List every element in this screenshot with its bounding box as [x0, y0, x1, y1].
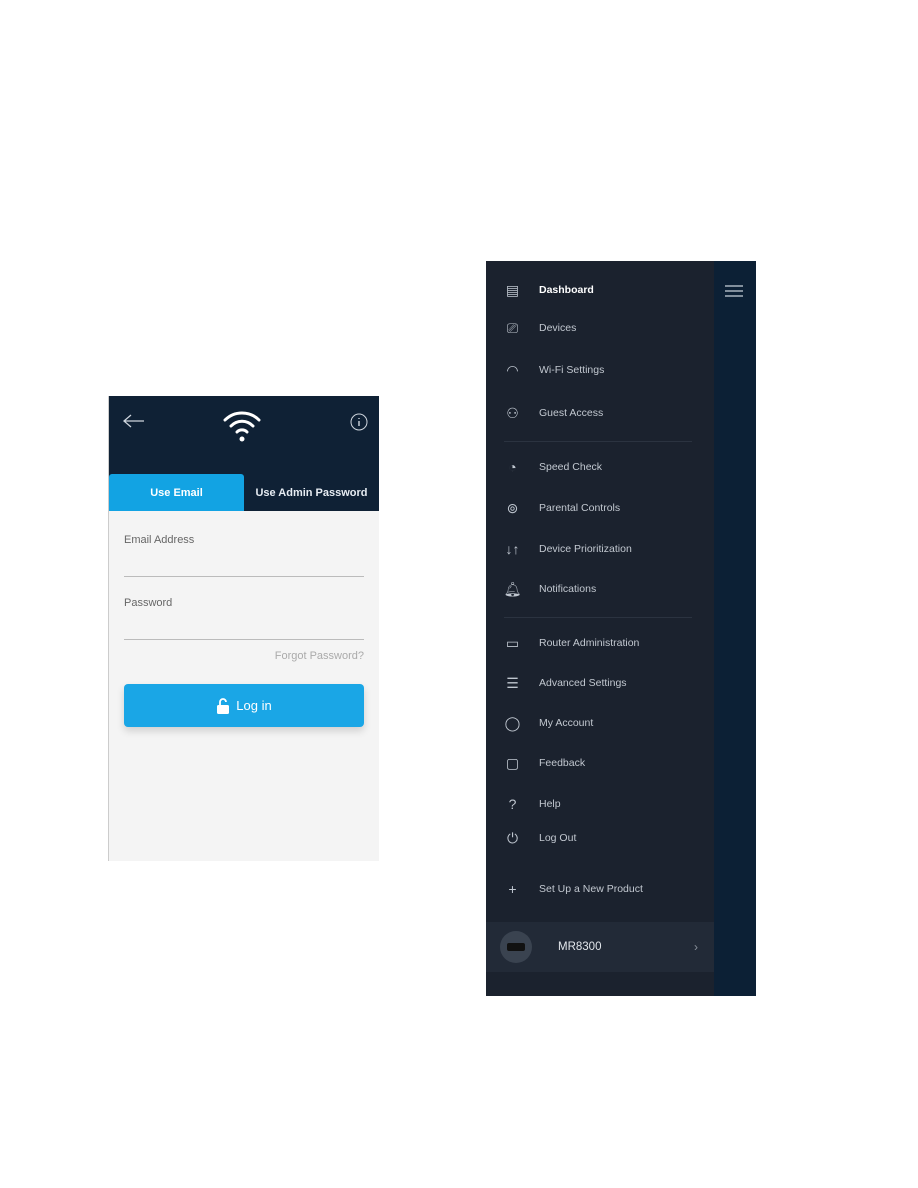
menu-item-wi-fi-settings[interactable]: ◠ Wi-Fi Settings — [486, 357, 714, 383]
help-icon: ? — [508, 796, 517, 812]
password-field[interactable] — [124, 614, 364, 638]
chat-icon: ▢ — [505, 754, 520, 771]
router-avatar-icon — [500, 931, 532, 963]
menu-item-label: Log Out — [539, 832, 577, 844]
sliders-icon: ☰ — [506, 674, 519, 691]
email-underline — [124, 576, 364, 577]
menu-item-help[interactable]: ? Help — [486, 791, 714, 817]
menu-item-guest-access[interactable]: ⚇ Guest Access — [486, 400, 714, 426]
router-icon: ▭ — [505, 634, 520, 651]
menu-item-parental-controls[interactable]: ⊚ Parental Controls — [486, 495, 714, 521]
arrows-icon: ↓↑ — [505, 541, 520, 557]
login-button[interactable]: Log in — [124, 684, 364, 727]
menu-item-label: Guest Access — [539, 407, 604, 419]
device-name: MR8300 — [558, 941, 602, 953]
tab-use-email[interactable]: Use Email — [109, 474, 244, 511]
menu-item-label: Devices — [539, 322, 577, 334]
devices-icon: ⎚ — [506, 319, 519, 336]
power-icon: ⏻ — [506, 829, 519, 846]
menu-item-label: My Account — [539, 717, 594, 729]
unlock-icon — [217, 697, 230, 714]
menu-item-label: Device Prioritization — [539, 543, 632, 555]
plus-icon: + — [508, 881, 517, 897]
hamburger-icon[interactable] — [725, 285, 743, 297]
menu-item-speed-check[interactable]: ◔ Speed Check — [486, 454, 714, 480]
wifi-logo-icon — [223, 411, 261, 442]
tab-use-admin-password[interactable]: Use Admin Password — [244, 474, 379, 511]
menu-item-set-up-a-new-product[interactable]: + Set Up a New Product — [486, 876, 714, 902]
menu-item-my-account[interactable]: ◯ My Account — [486, 710, 714, 736]
password-underline — [124, 639, 364, 640]
navigation-menu: ▤ Dashboard ⎚ Devices ◠ Wi-Fi Settings ⚇ Guest … — [486, 261, 756, 996]
bell-icon: 🔔︎ — [503, 580, 522, 597]
login-button-label: Log in — [236, 698, 272, 713]
email-field[interactable] — [124, 551, 364, 575]
menu-item-feedback[interactable]: ▢ Feedback — [486, 750, 714, 776]
menu-item-notifications[interactable]: 🔔︎ Notifications — [486, 576, 714, 602]
menu-item-label: Wi-Fi Settings — [539, 364, 605, 376]
menu-item-label: Parental Controls — [539, 502, 621, 514]
menu-item-log-out[interactable]: ⏻ Log Out — [486, 825, 714, 851]
menu-item-label: Feedback — [539, 757, 586, 769]
menu-item-label: Notifications — [539, 583, 597, 595]
guest-icon: ⚇ — [506, 404, 519, 421]
menu-item-label: Router Administration — [539, 637, 640, 649]
menu-backdrop — [714, 261, 756, 996]
info-icon[interactable] — [350, 413, 368, 431]
email-label: Email Address — [124, 534, 195, 546]
device-row-mr8300[interactable]: MR8300 › — [486, 922, 714, 972]
menu-item-devices[interactable]: ⎚ Devices — [486, 315, 714, 341]
menu-divider — [504, 617, 692, 618]
menu-item-device-prioritization[interactable]: ↓↑ Device Prioritization — [486, 536, 714, 562]
menu-item-router-administration[interactable]: ▭ Router Administration — [486, 630, 714, 656]
login-header: Use Email Use Admin Password — [109, 396, 379, 511]
menu-divider — [504, 441, 692, 442]
lock-icon: ⊚ — [506, 499, 519, 516]
forgot-password-link[interactable]: Forgot Password? — [275, 650, 364, 662]
back-arrow-icon[interactable] — [123, 414, 145, 428]
user-icon: ◯ — [504, 714, 521, 731]
menu-item-label: Speed Check — [539, 461, 603, 473]
speedometer-icon: ◔ — [508, 459, 517, 475]
menu-item-dashboard[interactable]: ▤ Dashboard — [486, 277, 714, 303]
menu-item-label: Set Up a New Product — [539, 883, 643, 895]
chevron-right-icon: › — [694, 940, 698, 954]
menu-item-advanced-settings[interactable]: ☰ Advanced Settings — [486, 670, 714, 696]
menu-item-label: Advanced Settings — [539, 677, 627, 689]
menu-item-label: Dashboard — [539, 284, 594, 296]
menu-item-label: Help — [539, 798, 561, 810]
login-screen: Use Email Use Admin Password Email Addre… — [108, 396, 379, 861]
wifi-icon: ◠ — [506, 361, 519, 378]
password-label: Password — [124, 597, 173, 609]
dashboard-icon: ▤ — [505, 281, 520, 298]
